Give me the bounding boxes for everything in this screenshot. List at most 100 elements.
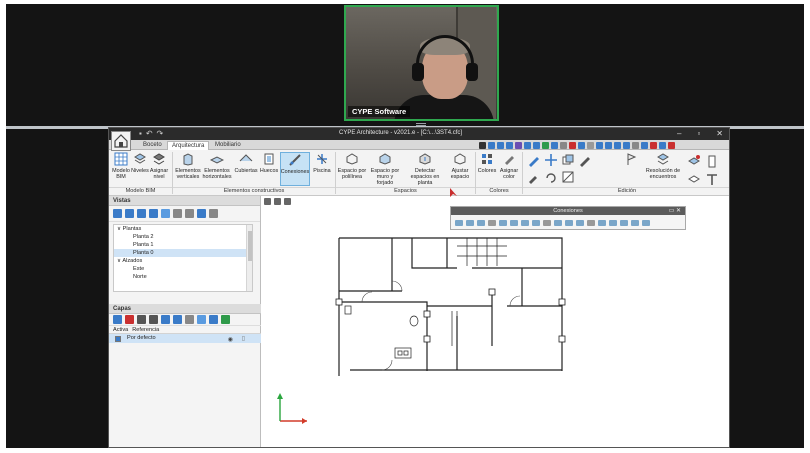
bim-server-icon[interactable] <box>668 141 675 149</box>
close-icon[interactable]: ✕ <box>716 129 723 139</box>
connection-tool-16-icon[interactable] <box>620 219 628 226</box>
colores-button[interactable]: Colores <box>477 152 497 186</box>
edit-view-icon[interactable] <box>125 209 134 218</box>
split-wall-icon[interactable] <box>687 172 703 188</box>
layer-filter-icon[interactable] <box>197 315 206 324</box>
settings-icon[interactable] <box>587 141 594 149</box>
redo-icon[interactable]: ↷ <box>157 129 164 139</box>
connection-tool-13-icon[interactable] <box>587 219 595 226</box>
pan-icon[interactable] <box>533 141 540 149</box>
zoom-window-icon[interactable] <box>497 141 504 149</box>
app-logo-icon[interactable] <box>111 131 131 151</box>
conexiones-toolbar-header[interactable]: Conexiones ▭ ✕ <box>451 207 685 215</box>
export-view-icon[interactable] <box>209 209 218 218</box>
stretch-icon[interactable] <box>561 170 577 186</box>
espacio-polilinea-button[interactable]: Espacio por polilínea <box>337 152 367 186</box>
connection-tool-14-icon[interactable] <box>598 219 606 226</box>
connection-tool-8-icon[interactable] <box>532 219 540 226</box>
cut-icon[interactable] <box>632 141 639 149</box>
connection-tool-7-icon[interactable] <box>521 219 529 226</box>
detectar-espacios-button[interactable]: Detectar espacios en planta <box>404 152 446 186</box>
help-icon[interactable] <box>659 141 666 149</box>
add-layer-icon[interactable] <box>113 315 122 324</box>
asignar-nivel-button[interactable]: Asignar nivel <box>149 152 169 186</box>
minimize-icon[interactable]: – <box>677 129 681 139</box>
tab-boceto[interactable]: Boceto <box>139 141 166 150</box>
connection-tool-2-icon[interactable] <box>466 219 474 226</box>
pencil-icon[interactable] <box>527 153 543 169</box>
tree-scrollbar[interactable] <box>246 225 252 291</box>
image-view-icon[interactable] <box>185 209 194 218</box>
print-icon[interactable] <box>614 141 621 149</box>
move-down-icon[interactable] <box>149 315 158 324</box>
connection-tool-17-icon[interactable] <box>631 219 639 226</box>
zoom-icon[interactable] <box>488 141 495 149</box>
connection-tool-5-icon[interactable] <box>499 219 507 226</box>
export-icon[interactable] <box>623 141 630 149</box>
tree-item[interactable]: Planta 2 <box>114 233 252 241</box>
piscina-button[interactable]: Piscina <box>311 152 333 186</box>
layer-visibility-icon[interactable] <box>161 315 170 324</box>
speaker-video-tile[interactable]: CYPE Software <box>344 5 499 121</box>
measure-icon[interactable] <box>551 141 558 149</box>
move-icon[interactable] <box>544 153 560 169</box>
zoom-all-icon[interactable] <box>506 141 513 149</box>
layer-grid-icon[interactable] <box>185 315 194 324</box>
connection-tool-3-icon[interactable] <box>477 219 485 226</box>
copy-elements-icon[interactable] <box>561 153 577 169</box>
ortho-icon[interactable] <box>605 141 612 149</box>
layer-color-icon[interactable] <box>209 315 218 324</box>
modelo-bim-button[interactable]: Modelo BIM <box>111 152 131 186</box>
beam-icon[interactable] <box>705 172 721 188</box>
refresh-icon[interactable] <box>542 141 549 149</box>
snap-icon[interactable] <box>596 141 603 149</box>
binoculars-icon[interactable] <box>479 141 486 149</box>
tree-item[interactable]: ∨ Alzados <box>114 257 252 265</box>
toolbar-close-icon[interactable]: ▭ ✕ <box>669 207 681 215</box>
tab-arquitectura[interactable]: Arquitectura <box>167 141 210 150</box>
layer-row[interactable]: Por defecto ◉ ▯ <box>109 334 261 343</box>
grid-icon[interactable] <box>560 141 567 149</box>
espacio-muro-button[interactable]: Espacio por muro y forjado <box>368 152 402 186</box>
layer-active-checkbox[interactable] <box>115 335 121 342</box>
connection-tool-4-icon[interactable] <box>488 219 496 226</box>
cubiertas-button[interactable]: Cubiertas <box>234 152 258 186</box>
layer-lock-icon[interactable] <box>173 315 182 324</box>
connection-tool-6-icon[interactable] <box>510 219 518 226</box>
elementos-verticales-button[interactable]: Elementos verticales <box>175 152 201 186</box>
copy-icon[interactable] <box>641 141 648 149</box>
delete-level-button[interactable] <box>625 152 639 186</box>
resolucion-encuentros-button[interactable]: Resolución de encuentros <box>643 152 683 186</box>
undo-icon[interactable]: ↶ <box>146 129 153 139</box>
column-icon[interactable] <box>705 154 721 170</box>
tab-mobiliario[interactable]: Mobiliario <box>211 141 245 150</box>
conexiones-button[interactable]: Conexiones <box>280 152 310 186</box>
remove-layer-icon[interactable] <box>125 315 134 324</box>
layer-active-icon[interactable] <box>221 315 230 324</box>
niveles-button[interactable]: Niveles <box>131 152 149 186</box>
tree-item[interactable]: Este <box>114 265 252 273</box>
asignar-color-button[interactable]: Asignar color <box>498 152 520 186</box>
view-3d-icon[interactable] <box>515 141 522 149</box>
tree-item[interactable]: Planta 0 <box>114 249 252 257</box>
connection-tool-15-icon[interactable] <box>609 219 617 226</box>
elevation-view-icon[interactable] <box>149 209 158 218</box>
alert-icon[interactable] <box>569 141 576 149</box>
drawing-canvas[interactable]: Conexiones ▭ ✕ <box>262 188 729 447</box>
connection-tool-1-icon[interactable] <box>455 219 463 226</box>
eye-icon[interactable]: ◉ <box>228 336 233 345</box>
rotate-icon[interactable] <box>544 170 560 186</box>
layers-icon[interactable] <box>578 141 585 149</box>
eyedropper-icon[interactable] <box>527 170 543 186</box>
save-icon[interactable]: ▪ <box>139 129 142 139</box>
huecos-button[interactable]: Huecos <box>259 152 279 186</box>
lock-icon[interactable]: ▯ <box>242 335 245 344</box>
tree-item[interactable]: Norte <box>114 273 252 281</box>
maximize-icon[interactable]: ▫ <box>697 129 700 139</box>
add-view-icon[interactable] <box>113 209 122 218</box>
trim-icon[interactable] <box>578 170 594 186</box>
elementos-horizontales-button[interactable]: Elementos horizontales <box>202 152 232 186</box>
tree-item[interactable]: Planta 1 <box>114 241 252 249</box>
move-up-icon[interactable] <box>137 315 146 324</box>
orbit-icon[interactable] <box>524 141 531 149</box>
